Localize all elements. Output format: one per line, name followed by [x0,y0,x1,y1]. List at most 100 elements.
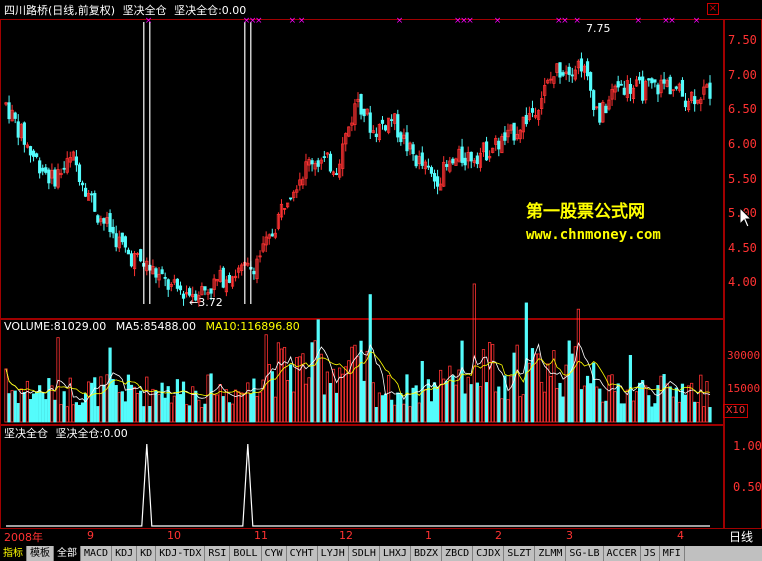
candle [515,126,519,141]
volume-bar [44,399,48,423]
candle [359,93,363,120]
volume-bar [80,402,85,423]
candle [622,80,626,96]
candle [246,257,250,267]
candle [25,142,30,149]
tab-sdlh[interactable]: SDLH [349,546,380,561]
indicator-tick: 0.50 [733,480,762,494]
signal-mark: × [668,16,676,26]
candle [540,91,544,115]
candle [533,107,538,120]
tab-zbcd[interactable]: ZBCD [442,546,474,561]
tab-kd[interactable]: KD [137,546,157,561]
candle [423,159,427,175]
volume-bar [25,380,30,423]
candle [570,67,574,83]
candle [527,106,532,122]
candle [10,104,14,122]
volume-bar [53,399,57,423]
watermark-title: 第一股票公式网 [526,202,645,222]
volume-bar [338,367,342,423]
volume-bar [460,340,464,423]
signal-mark: × [466,16,474,26]
tab-mfi[interactable]: MFI [660,546,685,561]
volume-bar [601,401,605,423]
tab-cyw[interactable]: CYW [262,546,287,561]
tab-lhxj[interactable]: LHXJ [380,546,411,561]
volume-bar [175,379,180,423]
signal-mark: × [145,16,153,26]
tab-js[interactable]: JS [641,546,660,561]
tab-cyht[interactable]: CYHT [287,546,318,561]
tab-accer[interactable]: ACCER [604,546,641,561]
candle [341,137,345,177]
candle [255,255,259,284]
candle [7,95,11,124]
candlestick-chart[interactable]: × ××× × × × ××× × ×× × × ×× × [0,0,724,530]
candle [628,77,633,102]
candle [237,265,241,279]
volume-bar [481,349,486,423]
tab-cjdx[interactable]: CJDX [473,546,505,561]
volume-bar [350,346,354,423]
volume-bar [132,386,137,423]
indicator-line [6,443,710,527]
candle [123,235,127,253]
tab-boll[interactable]: BOLL [230,546,262,561]
tab-zlmm[interactable]: ZLMM [535,546,567,561]
tab-rsi[interactable]: RSI [205,546,231,561]
volume-bar [665,383,669,423]
candle [295,185,299,199]
candle [221,266,225,289]
candle [448,156,452,174]
candle [338,159,342,180]
candle [472,157,476,167]
candle [408,141,412,156]
candle [273,228,277,240]
candle [56,163,60,190]
candle [178,281,183,295]
candle [218,265,222,283]
candle [166,278,170,297]
tab-sg-lb[interactable]: SG-LB [566,546,604,561]
candle [22,121,26,153]
volume-bar [613,391,617,423]
volume-bar [582,385,587,423]
candle [451,157,455,165]
tab-kdj-tdx[interactable]: KDJ-TDX [156,546,206,561]
candle [289,197,293,201]
volume-bar [567,340,571,423]
volume-bar [662,374,666,423]
candle [264,231,268,253]
tab--[interactable]: 全部 [54,546,81,561]
volume-unit-badge[interactable]: X10 [723,404,748,418]
tab--[interactable]: 指标 [0,546,27,561]
volume-bar [191,386,195,423]
candle [233,269,238,282]
volume-bar [631,400,636,423]
tab-macd[interactable]: MACD [81,546,113,561]
tab-kdj[interactable]: KDJ [112,546,138,561]
volume-bar [641,380,645,423]
indicator-tab-bar: 指标 模板 全部 MACD KDJ KD KDJ-TDX RSI BOLL CYW CYHT LYJH… [0,546,762,561]
candle [396,109,400,143]
candle [481,142,486,157]
period-label[interactable]: 日线 [729,528,753,545]
candle [377,123,382,143]
tab-slzt[interactable]: SLZT [504,546,536,561]
tab-lyjh[interactable]: LYJH [318,546,349,561]
candle [708,75,712,106]
volume-bar [592,362,596,423]
candle [175,278,180,292]
volume-bar [276,342,281,423]
tab-bdzx[interactable]: BDZX [411,546,443,561]
signal-mark: × [693,16,701,26]
volume-bar [295,357,299,423]
volume-bar [252,378,256,423]
candle [665,78,669,88]
tab--[interactable]: 模板 [27,546,54,561]
volume-bar [334,392,339,423]
volume-bar [527,362,532,423]
volume-bar [610,374,614,423]
candle [230,275,235,289]
